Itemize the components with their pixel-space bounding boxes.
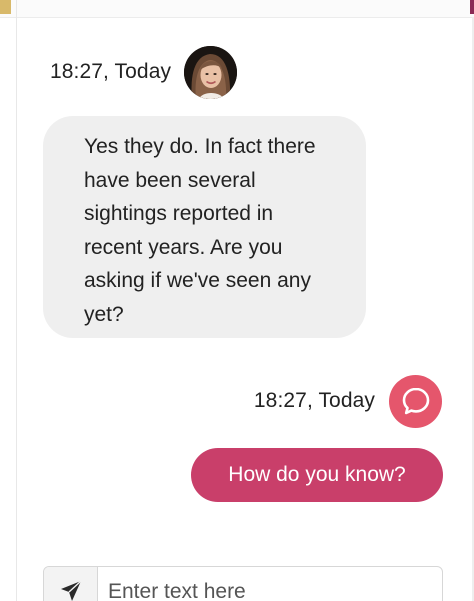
speech-bubble-logo-icon [402,387,429,415]
send-button[interactable] [44,567,98,601]
left-divider [16,0,17,601]
top-right-accent [470,0,474,14]
paper-plane-icon [61,580,82,601]
incoming-message-bubble: Yes they do. In fact there have been sev… [43,116,366,338]
message-composer [43,566,443,601]
contact-avatar[interactable] [184,45,238,99]
chat-screen: 18:27, Today Yes they do. In fact there … [0,0,474,601]
top-bar [0,0,474,18]
outgoing-timestamp: 18:27, Today [253,389,375,412]
incoming-timestamp: 18:27, Today [50,60,172,83]
incoming-message-meta: 18:27, Today [50,44,238,100]
message-input[interactable] [108,577,428,601]
outgoing-message-meta: 18:27, Today [254,373,442,429]
top-left-accent [0,0,11,14]
woman-profile-photo-icon [184,45,238,99]
user-avatar[interactable] [389,374,442,428]
outgoing-message-bubble: How do you know? [191,448,443,502]
